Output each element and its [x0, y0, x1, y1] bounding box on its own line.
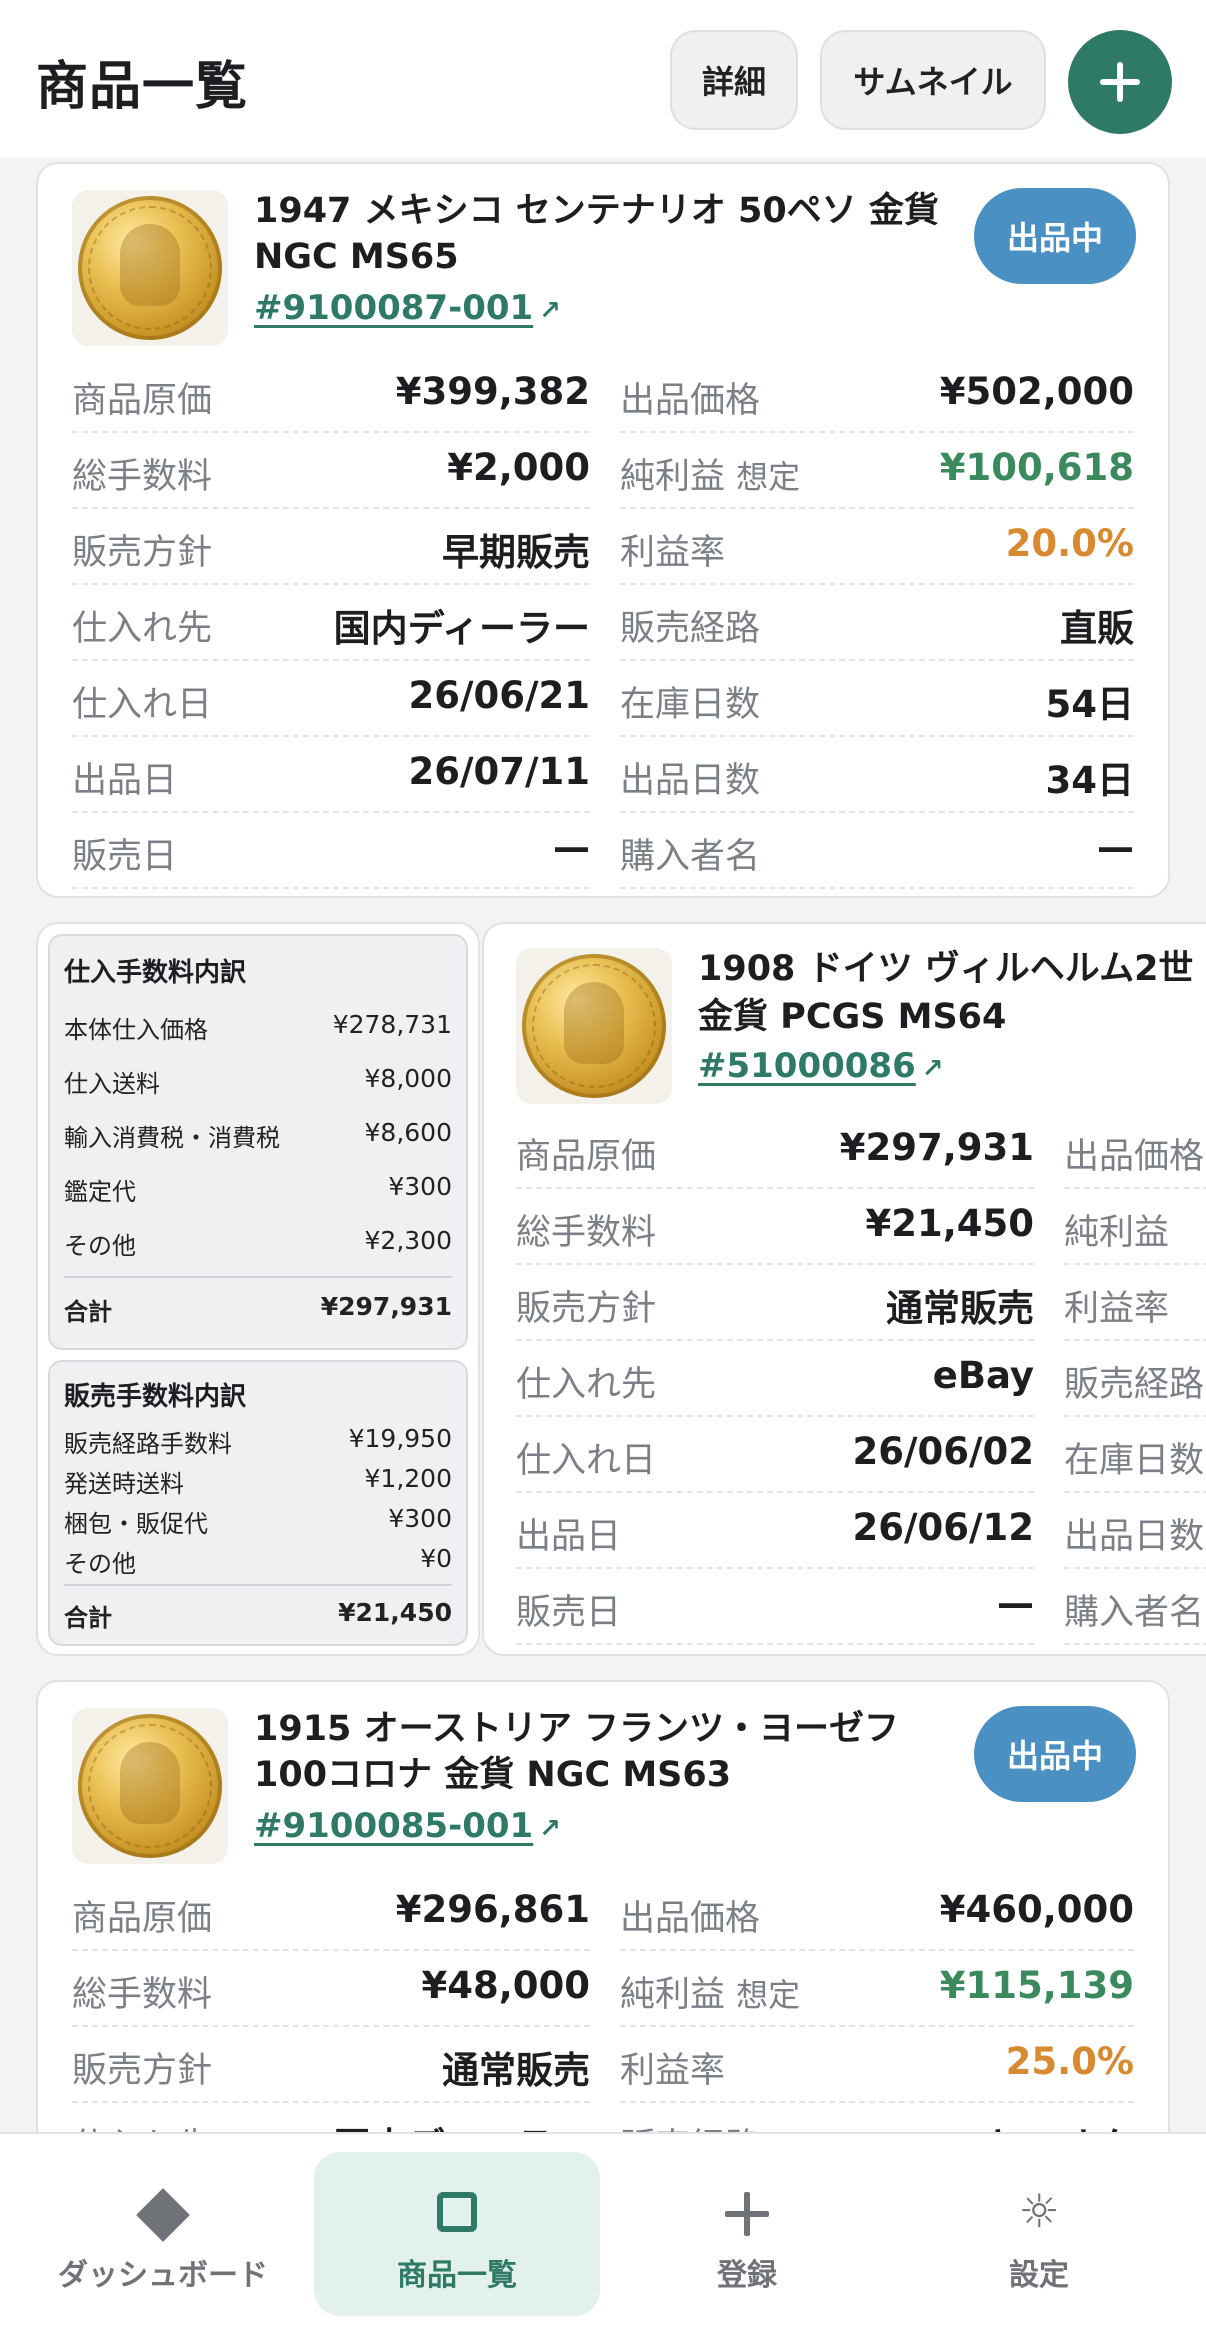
field-listing-date: 出品日 26/07/11 — [72, 738, 590, 813]
field-purchase-date: 仕入れ日 26/06/21 — [72, 662, 590, 737]
field-listing-days: 出品日数 — [1064, 1494, 1206, 1569]
field-list-price: 出品価格 ¥502,000 — [620, 358, 1134, 433]
page-title: 商品一覧 — [36, 57, 249, 117]
breakdown-total: 合計 ¥297,931 — [64, 1292, 452, 1326]
divider — [64, 1276, 452, 1278]
breakdown-title: 販売手数料内訳 — [64, 1382, 247, 1412]
purchase-fee-breakdown: 仕入手数料内訳 本体仕入価格 ¥278,731 仕入送料 ¥8,000 輸入消費税・… — [48, 934, 468, 1350]
field-listing-date: 出品日 26/06/12 — [516, 1494, 1034, 1569]
bottom-nav: ダッシュボード 商品一覧 登録 ☼ 設定 — [0, 2132, 1206, 2334]
field-supplier: 仕入れ先 eBay — [516, 1342, 1034, 1417]
field-net-profit: 純利益 想定 ¥115,139 — [620, 1952, 1134, 2027]
coin-thumbnail[interactable] — [516, 948, 672, 1104]
field-sales-policy: 販売方針 早期販売 — [72, 510, 590, 585]
field-list-price: 出品価格 — [1064, 1114, 1206, 1189]
item-title-line2: 100コロナ 金貨 NGC MS63 — [254, 1755, 732, 1795]
breakdown-title: 仕入手数料内訳 — [64, 958, 247, 988]
field-channel: 販売経路 直販 — [620, 586, 1134, 661]
coin-thumbnail[interactable] — [72, 1708, 228, 1864]
thumbnail-view-button[interactable]: サムネイル — [820, 30, 1046, 130]
field-cost: 商品原価 ¥399,382 — [72, 358, 590, 433]
breakdown-row: 販売経路手数料 ¥19,950 — [64, 1424, 452, 1458]
item-title-line2: NGC MS65 — [254, 237, 459, 277]
nav-items[interactable]: 商品一覧 — [314, 2152, 600, 2316]
coin-thumbnail[interactable] — [72, 190, 228, 346]
field-sales-policy: 販売方針 通常販売 — [72, 2028, 590, 2103]
nav-label: ダッシュボード — [58, 2258, 268, 2293]
breakdown-row: 仕入送料 ¥8,000 — [64, 1064, 452, 1098]
breakdown-total: 合計 ¥21,450 — [64, 1598, 452, 1632]
field-margin: 利益率 25.0% — [620, 2028, 1134, 2103]
field-net-profit: 純利益 — [1064, 1190, 1206, 1265]
item-card[interactable]: 1947 メキシコ センテナリオ 50ペソ 金貨 NGC MS65 #91000… — [36, 162, 1170, 898]
diamond-icon — [136, 2188, 190, 2242]
sku-link[interactable]: #9100087-001 ↗ — [254, 288, 561, 328]
field-supplier: 仕入れ先国内ディーラー — [72, 586, 590, 661]
field-listing-days: 出品日数 34日 — [620, 738, 1134, 813]
field-sale-date: 販売日 — — [516, 1570, 1034, 1645]
breakdown-row: 発送時送料 ¥1,200 — [64, 1464, 452, 1498]
field-total-fees: 総手数料 ¥2,000 — [72, 434, 590, 509]
nav-label: 設定 — [1009, 2258, 1069, 2293]
square-icon — [437, 2192, 477, 2232]
nav-settings[interactable]: ☼ 設定 — [896, 2152, 1182, 2316]
field-list-price: 出品価格 ¥460,000 — [620, 1876, 1134, 1951]
nav-register[interactable]: 登録 — [604, 2152, 890, 2316]
external-link-icon: ↗ — [921, 1054, 944, 1084]
divider — [64, 1584, 452, 1586]
field-margin: 利益率 — [1064, 1266, 1206, 1341]
status-badge: 出品中 — [974, 188, 1136, 284]
field-cost: 商品原価 ¥296,861 — [72, 1876, 590, 1951]
item-title: 1915 オーストリア フランツ・ヨーゼフ — [254, 1709, 900, 1749]
field-cost: 商品原価 ¥297,931 — [516, 1114, 1034, 1189]
breakdown-row: 本体仕入価格 ¥278,731 — [64, 1010, 452, 1044]
sku-link[interactable]: #9100085-001 ↗ — [254, 1806, 561, 1846]
field-net-profit: 純利益 想定 ¥100,618 — [620, 434, 1134, 509]
external-link-icon: ↗ — [539, 1814, 561, 1844]
add-item-button[interactable] — [1068, 30, 1172, 134]
item-card[interactable]: 1908 ドイツ ヴィルヘルム2世 金貨 PCGS MS64 #51000086… — [482, 922, 1206, 1656]
app-header: 商品一覧 詳細 サムネイル — [0, 0, 1206, 158]
field-sales-policy: 販売方針 通常販売 — [516, 1266, 1034, 1341]
nav-label: 商品一覧 — [397, 2258, 517, 2293]
breakdown-row: 梱包・販促代 ¥300 — [64, 1504, 452, 1538]
sku-link[interactable]: #51000086 ↗ — [698, 1046, 944, 1086]
status-badge: 出品中 — [974, 1706, 1136, 1802]
sales-fee-breakdown: 販売手数料内訳 販売経路手数料 ¥19,950 発送時送料 ¥1,200 梱包・販促… — [48, 1360, 468, 1646]
item-title: 1908 ドイツ ヴィルヘルム2世 — [698, 949, 1194, 989]
field-sale-date: 販売日 — — [72, 814, 590, 889]
field-buyer: 購入者名 — [1064, 1570, 1206, 1645]
field-buyer: 購入者名 — — [620, 814, 1134, 889]
gear-icon: ☼ — [1018, 2184, 1060, 2238]
field-channel: 販売経路 — [1064, 1342, 1206, 1417]
item-title: 1947 メキシコ センテナリオ 50ペソ 金貨 — [254, 191, 939, 231]
field-stock-days: 在庫日数 — [1064, 1418, 1206, 1493]
breakdown-row: 鑑定代 ¥300 — [64, 1172, 452, 1206]
field-stock-days: 在庫日数 54日 — [620, 662, 1134, 737]
plus-icon — [725, 2192, 769, 2236]
breakdown-row: その他 ¥0 — [64, 1544, 452, 1578]
field-total-fees: 総手数料 ¥21,450 — [516, 1190, 1034, 1265]
field-purchase-date: 仕入れ日 26/06/02 — [516, 1418, 1034, 1493]
nav-label: 登録 — [717, 2258, 777, 2293]
breakdown-card: 仕入手数料内訳 本体仕入価格 ¥278,731 仕入送料 ¥8,000 輸入消費税・… — [36, 922, 480, 1656]
item-title-line2: 金貨 PCGS MS64 — [698, 997, 1007, 1037]
external-link-icon: ↗ — [539, 296, 561, 326]
nav-dashboard[interactable]: ダッシュボード — [20, 2152, 306, 2316]
breakdown-row: その他 ¥2,300 — [64, 1226, 452, 1260]
field-total-fees: 総手数料 ¥48,000 — [72, 1952, 590, 2027]
breakdown-row: 輸入消費税・消費税 ¥8,600 — [64, 1118, 452, 1152]
detail-view-button[interactable]: 詳細 — [670, 30, 798, 130]
field-margin: 利益率 20.0% — [620, 510, 1134, 585]
